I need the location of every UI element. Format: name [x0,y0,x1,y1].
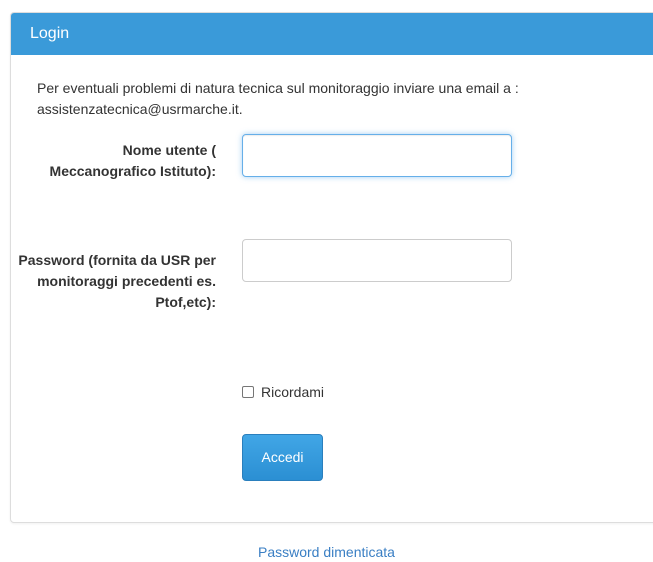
password-label: Password (fornita da USR per monitoraggi… [18,252,216,310]
remember-me[interactable]: Ricordami [242,384,324,400]
username-input[interactable] [242,134,512,177]
password-input[interactable] [242,239,512,282]
forgot-password-link[interactable]: Password dimenticata [258,544,395,560]
username-label: Nome utente ( Meccanografico Istituto): [49,142,216,179]
panel-heading: Login [11,13,653,55]
login-button[interactable]: Accedi [242,434,323,481]
remember-label: Ricordami [261,384,325,400]
remember-checkbox[interactable] [242,386,254,398]
panel-title: Login [30,25,70,42]
support-notice: Per eventuali problemi di natura tecnica… [37,80,519,117]
